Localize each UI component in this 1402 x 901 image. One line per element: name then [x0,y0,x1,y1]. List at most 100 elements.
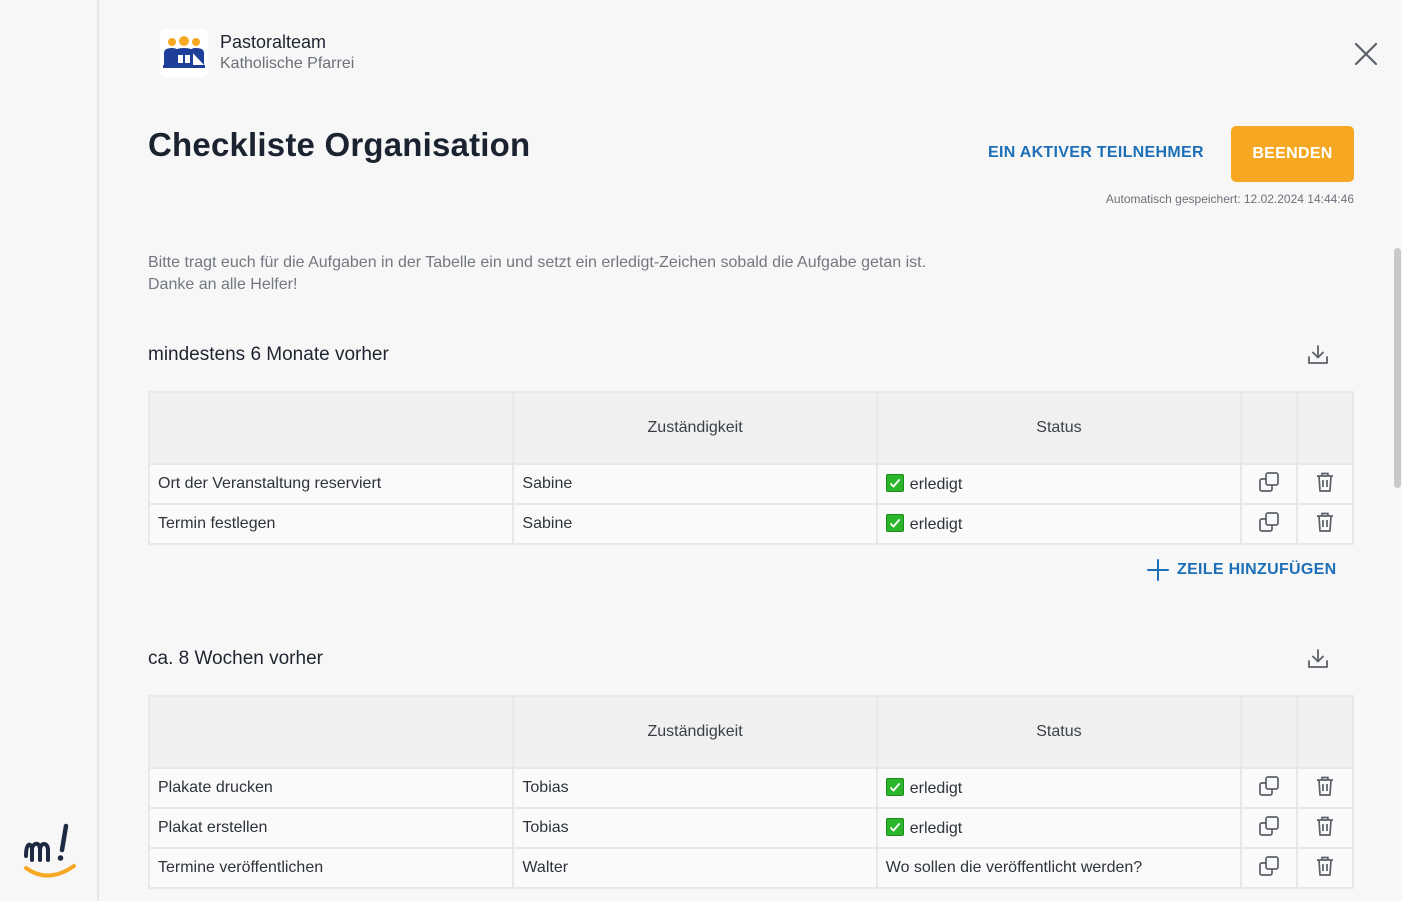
team-name: Pastoralteam [220,32,327,52]
responsible-cell[interactable]: Tobias [512,767,878,809]
copy-icon [1259,512,1279,532]
team-group-icon [163,36,205,68]
copy-row-button[interactable] [1257,854,1281,878]
responsible-cell[interactable]: Sabine [512,463,878,505]
trash-icon [1317,472,1334,492]
table-header-row: Zuständigkeit Status [147,391,1354,465]
finish-button[interactable]: BEENDEN [1231,126,1354,182]
left-rail [0,0,99,901]
status-text: Wo sollen die veröffentlicht werden? [885,859,1143,876]
checklist-table: Zuständigkeit Status Plakate drucken Tob… [147,695,1354,889]
copy-cell [1240,503,1299,545]
column-header-status: Status [875,391,1243,465]
delete-cell [1296,847,1354,889]
add-row-button[interactable]: ZEILE HINZUFÜGEN [1147,559,1336,581]
copy-cell [1240,767,1299,809]
copy-icon [1259,856,1279,876]
column-header-task [147,695,515,769]
status-cell[interactable]: erledigt [875,807,1243,849]
page-title: Checkliste Organisation [148,126,531,163]
close-icon [1354,42,1378,66]
checkbox-checked-icon [885,514,904,532]
checklist-table: Zuständigkeit Status Ort der Veranstaltu… [147,391,1354,545]
copy-cell [1240,463,1299,505]
close-button[interactable] [1353,41,1379,67]
table-header-row: Zuständigkeit Status [147,695,1354,769]
trash-icon [1317,856,1334,876]
main-panel: Pastoralteam Katholische Pfarrei Checkli… [101,0,1393,901]
checkbox-checked-icon [885,778,904,796]
delete-row-button[interactable] [1313,774,1337,798]
task-cell[interactable]: Plakat erstellen [147,807,515,849]
section-title: ca. 8 Wochen vorher [148,648,323,669]
plus-icon [1147,559,1169,581]
task-cell[interactable]: Termin festlegen [147,503,515,545]
delete-cell [1296,503,1354,545]
status-cell[interactable]: erledigt [875,463,1243,505]
status-text: erledigt [909,476,963,493]
delete-row-button[interactable] [1313,814,1337,838]
status-cell[interactable]: Wo sollen die veröffentlicht werden? [875,847,1243,889]
status-cell[interactable]: erledigt [875,503,1243,545]
status-text: erledigt [909,780,963,797]
column-header-responsible: Zuständigkeit [512,695,878,769]
checkbox-checked-icon [885,474,904,492]
copy-row-button[interactable] [1257,814,1281,838]
column-header-copy [1240,391,1299,465]
description-line: Danke an alle Helfer! [148,276,298,293]
column-header-copy [1240,695,1299,769]
active-participants-link[interactable]: EIN AKTIVER TEILNEHMER [988,144,1204,162]
download-icon [1308,345,1328,364]
trash-icon [1317,816,1334,836]
task-cell[interactable]: Termine veröffentlichen [147,847,515,889]
delete-row-button[interactable] [1313,854,1337,878]
delete-cell [1296,463,1354,505]
team-avatar [160,29,208,77]
copy-row-button[interactable] [1257,774,1281,798]
team-header: Pastoralteam Katholische Pfarrei [160,29,354,77]
description-line: Bitte tragt euch für die Aufgaben in der… [148,254,927,271]
add-row-label: ZEILE HINZUFÜGEN [1177,561,1337,578]
delete-cell [1296,767,1354,809]
download-button[interactable] [1306,343,1330,367]
scrollbar-thumb[interactable] [1394,248,1401,488]
autosave-status: Automatisch gespeichert: 12.02.2024 14:4… [1105,192,1354,206]
delete-cell [1296,807,1354,849]
responsible-cell[interactable]: Tobias [512,807,878,849]
description: Bitte tragt euch für die Aufgaben in der… [148,252,926,296]
checkbox-checked-icon [885,818,904,836]
team-subtitle: Katholische Pfarrei [220,55,355,72]
copy-row-button[interactable] [1257,510,1281,534]
responsible-cell[interactable]: Walter [512,847,878,889]
copy-icon [1259,472,1279,492]
status-text: erledigt [909,820,963,837]
column-header-delete [1296,391,1354,465]
table-row: Plakat erstellen Tobias erledigt [147,807,1354,849]
status-text: erledigt [909,516,963,533]
column-header-status: Status [875,695,1243,769]
app-logo-icon[interactable] [22,820,78,884]
delete-row-button[interactable] [1313,470,1337,494]
download-icon [1308,649,1328,668]
status-cell[interactable]: erledigt [875,767,1243,809]
copy-icon [1259,776,1279,796]
responsible-cell[interactable]: Sabine [512,503,878,545]
section-title: mindestens 6 Monate vorher [148,344,389,365]
table-row: Termine veröffentlichen Walter Wo sollen… [147,847,1354,889]
table-row: Plakate drucken Tobias erledigt [147,767,1354,809]
copy-cell [1240,847,1299,889]
download-button[interactable] [1306,647,1330,671]
column-header-task [147,391,515,465]
column-header-delete [1296,695,1354,769]
copy-cell [1240,807,1299,849]
copy-icon [1259,816,1279,836]
column-header-responsible: Zuständigkeit [512,391,878,465]
table-row: Ort der Veranstaltung reserviert Sabine … [147,463,1354,505]
table-row: Termin festlegen Sabine erledigt [147,503,1354,545]
task-cell[interactable]: Plakate drucken [147,767,515,809]
trash-icon [1317,776,1334,796]
trash-icon [1317,512,1334,532]
task-cell[interactable]: Ort der Veranstaltung reserviert [147,463,515,505]
delete-row-button[interactable] [1313,510,1337,534]
copy-row-button[interactable] [1257,470,1281,494]
